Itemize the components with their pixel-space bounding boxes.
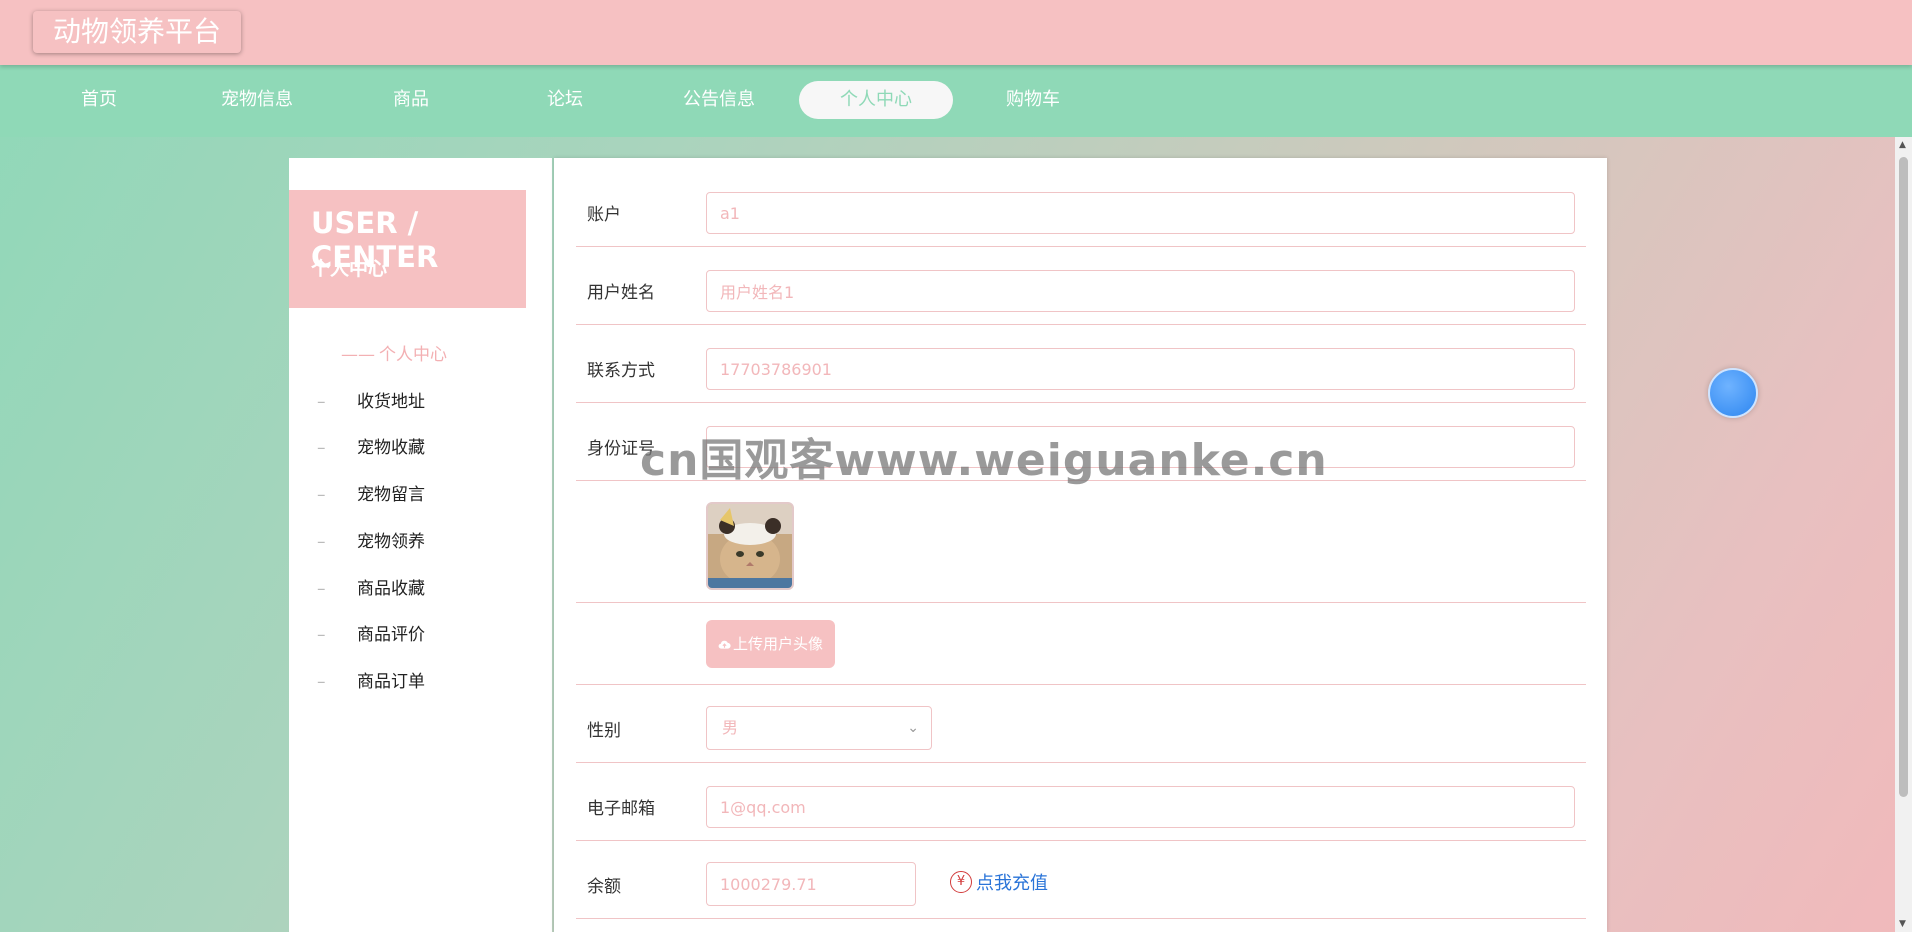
form-row-gender: 性别 男 ⌄ [576,684,1586,763]
sidebar-item-label: 宠物收藏 [357,438,425,458]
balance-input[interactable] [706,862,916,906]
balance-label: 余额 [587,877,621,897]
scroll-down-icon[interactable]: ▼ [1899,919,1906,929]
scroll-up-icon[interactable]: ▲ [1899,140,1906,150]
sidebar-item-address[interactable]: – 收货地址 [317,387,425,417]
form-row-balance: 余额 ¥点我充值 [576,840,1586,919]
sidebar-item-label: 商品收藏 [357,579,425,599]
user-avatar [706,502,794,590]
sidebar-item-label: 收货地址 [357,392,425,412]
dash-icon: – [317,672,326,692]
scrollbar-thumb[interactable] [1899,157,1908,797]
form-row-upload: 上传用户头像 [576,602,1586,685]
sidebar-item-pet-favorites[interactable]: – 宠物收藏 [317,433,425,463]
profile-form: 账户 用户姓名 联系方式 身份证号 [554,158,1607,932]
nav-forum[interactable]: 论坛 [488,81,642,119]
form-row-account: 账户 [576,158,1586,247]
sidebar-header: USER / CENTER 个人中心 [289,190,526,308]
account-label: 账户 [587,205,621,225]
sidebar-title-cn: 个人中心 [311,258,388,280]
dash-icon: —— [341,345,375,365]
gender-label: 性别 [587,721,621,741]
phone-input[interactable] [706,348,1575,390]
sidebar-item-label: 个人中心 [379,345,447,365]
site-logo[interactable]: 动物领养平台 [33,11,242,53]
dash-icon: – [317,438,326,458]
cat-avatar-icon [708,504,792,588]
nav-user-center[interactable]: 个人中心 [799,81,953,119]
sidebar-item-label: 商品评价 [357,625,425,645]
name-label: 用户姓名 [587,283,655,303]
watermark: cn国观客www.weiguanke.cn [640,435,1328,486]
floating-assistant-button[interactable] [1708,368,1758,418]
yen-icon: ¥ [950,871,972,893]
sidebar-item-label: 宠物领养 [357,532,425,552]
sidebar-item-label: 商品订单 [357,672,425,692]
sidebar-item-product-favorites[interactable]: – 商品收藏 [317,574,425,604]
form-row-avatar [576,480,1586,603]
gender-select[interactable]: 男 ⌄ [706,706,932,750]
main-nav: 首页 宠物信息 商品 论坛 公告信息 个人中心 购物车 [0,65,1912,137]
dash-icon: – [317,625,326,645]
nav-pet-info[interactable]: 宠物信息 [180,81,334,119]
upload-avatar-label: 上传用户头像 [733,635,824,653]
form-row-phone: 联系方式 [576,324,1586,403]
dash-icon: – [317,485,326,505]
nav-home[interactable]: 首页 [22,81,176,119]
email-label: 电子邮箱 [587,799,655,819]
sidebar-item-product-orders[interactable]: – 商品订单 [317,667,425,697]
form-row-email: 电子邮箱 [576,762,1586,841]
top-header: 动物领养平台 [0,0,1912,65]
cloud-upload-icon [718,640,731,649]
upload-avatar-button[interactable]: 上传用户头像 [706,620,836,668]
sidebar-item-pet-messages[interactable]: – 宠物留言 [317,480,425,510]
sidebar-item-label: 宠物留言 [357,485,425,505]
page-scrollbar[interactable]: ▲ ▼ [1895,137,1912,932]
sidebar-item-user-center[interactable]: —— 个人中心 [341,340,447,370]
chevron-down-icon: ⌄ [907,720,919,736]
nav-announcements[interactable]: 公告信息 [642,81,796,119]
dash-icon: – [317,392,326,412]
account-input[interactable] [706,192,1575,234]
nav-products[interactable]: 商品 [334,81,488,119]
nav-cart[interactable]: 购物车 [956,81,1110,119]
dash-icon: – [317,532,326,552]
email-input[interactable] [706,786,1575,828]
recharge-label: 点我充值 [976,873,1048,894]
recharge-link[interactable]: ¥ 点我充值 [950,862,1048,906]
sidebar-item-pet-adoption[interactable]: – 宠物领养 [317,527,425,557]
gender-value: 男 [722,718,739,737]
sidebar: USER / CENTER 个人中心 —— 个人中心 – 收货地址 – 宠物收藏 – 宠… [289,158,552,932]
form-row-name: 用户姓名 [576,246,1586,325]
dash-icon: – [317,579,326,599]
sidebar-item-product-reviews[interactable]: – 商品评价 [317,620,425,650]
phone-label: 联系方式 [587,361,655,381]
name-input[interactable] [706,270,1575,312]
